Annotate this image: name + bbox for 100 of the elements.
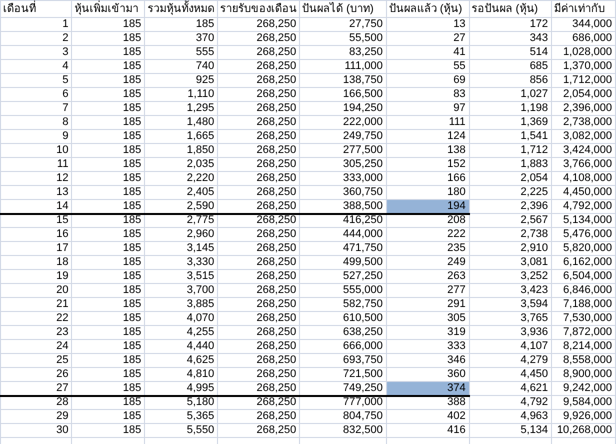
table-cell: 4,963 bbox=[469, 410, 552, 424]
table-cell: 185 bbox=[72, 298, 145, 312]
table-cell: 185 bbox=[72, 256, 145, 270]
table-cell: 185 bbox=[72, 32, 145, 46]
table-cell: 16 bbox=[0, 228, 72, 242]
table-cell: 685 bbox=[469, 60, 552, 74]
table-cell: 166,500 bbox=[300, 88, 386, 102]
table-cell: 4,279 bbox=[469, 354, 552, 368]
table-cell: 17 bbox=[0, 242, 72, 256]
table-cell: 185 bbox=[72, 242, 145, 256]
table-cell: 582,750 bbox=[300, 298, 386, 312]
table-cell: 1,541 bbox=[469, 130, 552, 144]
table-cell: 268,250 bbox=[218, 228, 300, 242]
table-cell: 268,250 bbox=[218, 102, 300, 116]
table-cell: 83 bbox=[386, 88, 470, 102]
table-cell: 185 bbox=[72, 396, 145, 410]
table-cell: 185 bbox=[72, 172, 145, 186]
table-cell: 97 bbox=[386, 102, 470, 116]
table-cell: 3,594 bbox=[469, 298, 552, 312]
table-cell: 416 bbox=[386, 424, 470, 438]
table-cell: 333 bbox=[386, 340, 470, 354]
table-cell: 268,250 bbox=[218, 60, 300, 74]
table-cell: 9,926,000 bbox=[552, 410, 616, 424]
table-cell: 777,000 bbox=[300, 396, 386, 410]
table-cell: 2,054 bbox=[469, 172, 552, 186]
table-cell: 185 bbox=[72, 214, 145, 228]
table-cell: 268,250 bbox=[218, 396, 300, 410]
column-header: มีค่าเท่ากับ bbox=[552, 0, 616, 18]
table-cell: 555,000 bbox=[300, 284, 386, 298]
table-cell: 25 bbox=[0, 354, 72, 368]
table-cell: 24 bbox=[0, 340, 72, 354]
table-cell: 3,423 bbox=[469, 284, 552, 298]
table-cell: 4,070 bbox=[144, 312, 218, 326]
table-cell: 185 bbox=[72, 312, 145, 326]
table-cell: 1 bbox=[0, 18, 72, 32]
table-cell: 693,750 bbox=[300, 354, 386, 368]
table-cell: 138 bbox=[386, 144, 470, 158]
table-cell: 5,134,000 bbox=[552, 214, 616, 228]
table-cell: 41 bbox=[386, 46, 470, 60]
table-cell: 249 bbox=[386, 256, 470, 270]
table-cell: 268,250 bbox=[218, 200, 300, 214]
column-header: รอปันผล (หุ้น) bbox=[469, 0, 552, 18]
table-cell: 277,500 bbox=[300, 144, 386, 158]
table-cell: 5,134 bbox=[469, 424, 552, 438]
table-cell: 268,250 bbox=[218, 144, 300, 158]
table-cell: 2,405 bbox=[144, 186, 218, 200]
table-cell: 416,250 bbox=[300, 214, 386, 228]
table-cell: 2,054,000 bbox=[552, 88, 616, 102]
table-cell: 305,250 bbox=[300, 158, 386, 172]
table-cell: 3 bbox=[0, 46, 72, 60]
table-cell: 18 bbox=[0, 256, 72, 270]
table-cell: 268,250 bbox=[218, 298, 300, 312]
table-cell: 138,750 bbox=[300, 74, 386, 88]
table-cell: 3,765 bbox=[469, 312, 552, 326]
table-cell: 7,530,000 bbox=[552, 312, 616, 326]
table-cell: 249,750 bbox=[300, 130, 386, 144]
table-cell: 12 bbox=[0, 172, 72, 186]
table-cell: 3,082,000 bbox=[552, 130, 616, 144]
table-cell: 185 bbox=[72, 284, 145, 298]
table-cell: 514 bbox=[469, 46, 552, 60]
table-cell: 15 bbox=[0, 214, 72, 228]
table-cell: 268,250 bbox=[218, 382, 300, 396]
table-cell: 4,450,000 bbox=[552, 186, 616, 200]
table-cell: 185 bbox=[72, 158, 145, 172]
table-cell: 2,960 bbox=[144, 228, 218, 242]
table-cell: 3,936 bbox=[469, 326, 552, 340]
table-cell: 3,885 bbox=[144, 298, 218, 312]
table-cell: 83,250 bbox=[300, 46, 386, 60]
table-cell: 925 bbox=[144, 74, 218, 88]
table-cell: 4,810 bbox=[144, 368, 218, 382]
table-cell: 4,108,000 bbox=[552, 172, 616, 186]
table-cell: 740 bbox=[144, 60, 218, 74]
column-header: ปันผลได้ (บาท) bbox=[300, 0, 386, 18]
table-cell: 555 bbox=[144, 46, 218, 60]
table-cell: 152 bbox=[386, 158, 470, 172]
table-cell: 2,590 bbox=[144, 200, 218, 214]
table-cell: 344,000 bbox=[552, 18, 616, 32]
table-cell: 10,268,000 bbox=[552, 424, 616, 438]
table-cell: 527,250 bbox=[300, 270, 386, 284]
table-cell: 4,450 bbox=[469, 368, 552, 382]
table-cell: 268,250 bbox=[218, 172, 300, 186]
table-cell: 319 bbox=[386, 326, 470, 340]
table-cell: 1,198 bbox=[469, 102, 552, 116]
table-cell: 166 bbox=[386, 172, 470, 186]
table-cell: 185 bbox=[72, 228, 145, 242]
table-cell: 3,252 bbox=[469, 270, 552, 284]
table-cell: 444,000 bbox=[300, 228, 386, 242]
table-cell: 263 bbox=[386, 270, 470, 284]
table-cell: 2,220 bbox=[144, 172, 218, 186]
table-cell: 2,396,000 bbox=[552, 102, 616, 116]
table-cell: 8,214,000 bbox=[552, 340, 616, 354]
table-cell: 360,750 bbox=[300, 186, 386, 200]
table-cell: 4,621 bbox=[469, 382, 552, 396]
table-cell: 124 bbox=[386, 130, 470, 144]
table-cell: 28 bbox=[0, 396, 72, 410]
table-cell: 21 bbox=[0, 298, 72, 312]
table-cell: 7,188,000 bbox=[552, 298, 616, 312]
table-cell: 268,250 bbox=[218, 368, 300, 382]
table-cell: 1,480 bbox=[144, 116, 218, 130]
table-cell: 185 bbox=[72, 116, 145, 130]
